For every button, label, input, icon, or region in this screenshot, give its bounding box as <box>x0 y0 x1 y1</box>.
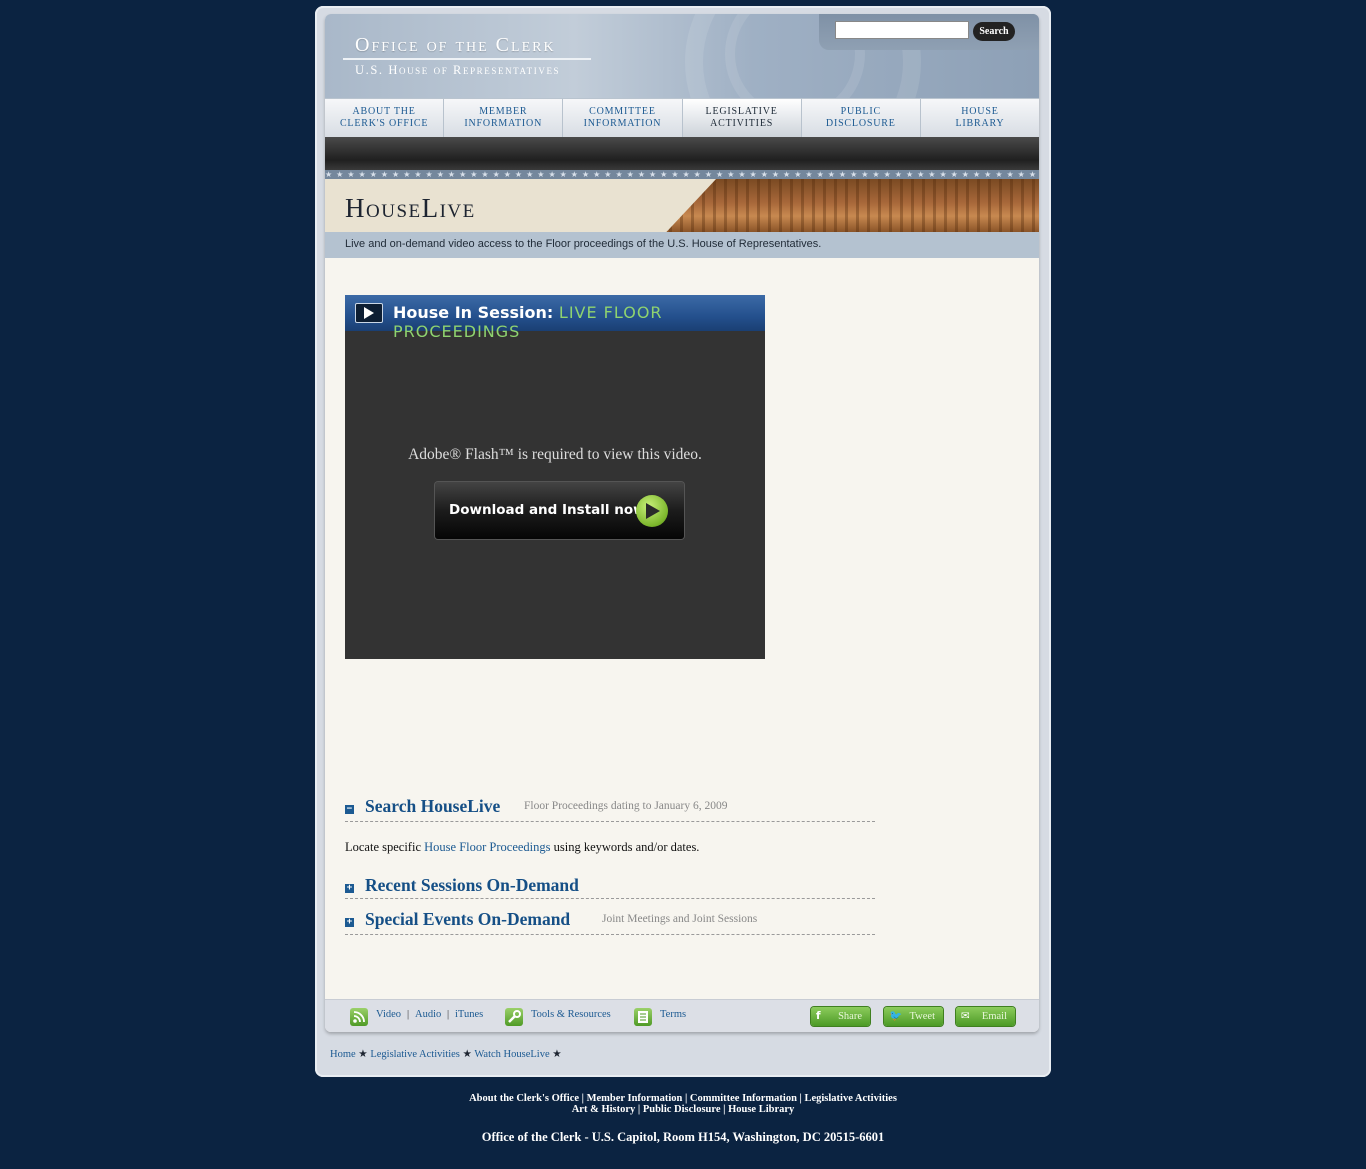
nav-public-disclosure[interactable]: Public Disclosure <box>802 99 921 137</box>
player-title: House In Session: LIVE FLOOR PROCEEDINGS <box>393 303 765 341</box>
nav-label-line1: Legislative <box>705 106 778 117</box>
expand-icon[interactable]: + <box>345 918 354 927</box>
logo-divider <box>343 58 591 60</box>
download-flash-button[interactable]: Download and Install now <box>435 482 684 539</box>
main-nav: About the Clerk's Office Member Informatio… <box>325 98 1039 138</box>
search-houselive-note: Floor Proceedings dating to January 6, 2… <box>524 800 728 812</box>
email-share-button[interactable]: ✉ Email <box>956 1007 1015 1026</box>
floor-proceedings-link[interactable]: House Floor Proceedings <box>424 840 550 854</box>
content-panel: Office of the Clerk U.S. House of Repres… <box>325 14 1039 1032</box>
search-houselive-title[interactable]: Search HouseLive <box>365 796 500 817</box>
star-strip: ★ ★ ★ ★ ★ ★ ★ ★ ★ ★ ★ ★ ★ ★ ★ ★ ★ ★ ★ ★ … <box>325 170 1039 179</box>
nav-label-line1: Member <box>479 106 528 117</box>
nav-label-line2: Activities <box>710 118 774 129</box>
nav-label-line2: Information <box>583 118 662 129</box>
terms-link[interactable]: Terms <box>660 1009 686 1020</box>
body-text-suffix: using keywords and/or dates. <box>553 840 700 854</box>
player-title-text: House In Session: <box>393 303 554 322</box>
breadcrumb-current[interactable]: Watch HouseLive <box>474 1049 549 1060</box>
page-title: HouseLive <box>345 193 476 223</box>
recent-sessions-title[interactable]: Recent Sessions On-Demand <box>365 875 579 896</box>
twitter-tweet-button[interactable]: 🐦 Tweet <box>884 1007 943 1026</box>
nav-label-line1: Public <box>840 106 881 117</box>
page-description: Live and on-demand video access to the F… <box>345 238 822 250</box>
audio-link[interactable]: Audio <box>415 1009 441 1020</box>
nav-about-clerk[interactable]: About the Clerk's Office <box>325 99 445 137</box>
search-area: Search <box>819 14 1039 50</box>
download-flash-label: Download and Install now <box>449 502 646 518</box>
page-description-bar: Live and on-demand video access to the F… <box>325 232 1039 258</box>
video-link[interactable]: Video <box>376 1009 401 1020</box>
facebook-share-button[interactable]: f Share <box>811 1007 870 1026</box>
player-header: House In Session: LIVE FLOOR PROCEEDINGS <box>345 295 765 341</box>
subnav-bar <box>325 137 1039 170</box>
footer-links-line1[interactable]: About the Clerk's Office | Member Inform… <box>0 1093 1366 1104</box>
nav-house-library[interactable]: House Library <box>921 99 1039 137</box>
search-houselive-body: Locate specific House Floor Proceedings … <box>345 840 699 855</box>
site-header: Office of the Clerk U.S. House of Repres… <box>325 14 1039 98</box>
breadcrumb: Home ★ Legislative Activities ★ Watch Ho… <box>330 1048 562 1060</box>
collapse-icon[interactable]: − <box>345 805 354 814</box>
nav-label-line1: Committee <box>589 106 656 117</box>
nav-label-line2: Library <box>955 118 1005 129</box>
facebook-icon: f <box>816 1010 821 1022</box>
page-banner: HouseLive <box>325 179 1039 232</box>
body-text-prefix: Locate specific <box>345 840 421 854</box>
wrench-icon[interactable] <box>505 1008 523 1026</box>
breadcrumb-separator: ★ <box>358 1049 368 1060</box>
breadcrumb-separator: ★ <box>552 1049 562 1060</box>
itunes-link[interactable]: iTunes <box>455 1009 483 1020</box>
document-icon[interactable] <box>634 1008 652 1026</box>
video-player[interactable]: House In Session: LIVE FLOOR PROCEEDINGS… <box>345 295 765 659</box>
expand-icon[interactable]: + <box>345 884 354 893</box>
site-logo-title[interactable]: Office of the Clerk <box>355 34 556 57</box>
footer-address: Office of the Clerk - U.S. Capitol, Room… <box>481 1130 885 1144</box>
nav-member-information[interactable]: Member Information <box>444 99 564 137</box>
footer-links-line2[interactable]: Art & History | Public Disclosure | Hous… <box>0 1104 1366 1115</box>
search-houselive-section[interactable]: − Search HouseLive Floor Proceedings dat… <box>345 796 875 822</box>
separator: | <box>447 1009 450 1020</box>
share-label: Share <box>838 1011 862 1022</box>
email-label: Email <box>981 1011 1007 1022</box>
nav-label-line2: Disclosure <box>825 118 896 129</box>
video-play-icon <box>355 303 383 323</box>
twitter-bird-icon: 🐦 <box>889 1010 903 1022</box>
flash-required-message: Adobe® Flash™ is required to view this v… <box>408 446 702 463</box>
search-button[interactable]: Search <box>973 22 1015 41</box>
special-events-note: Joint Meetings and Joint Sessions <box>602 913 758 925</box>
special-events-section[interactable]: + Special Events On-Demand Joint Meeting… <box>345 909 875 935</box>
page-frame: Office of the Clerk U.S. House of Repres… <box>315 6 1051 1077</box>
play-arrow-icon <box>636 495 668 527</box>
nav-label-line2: Clerk's Office <box>339 118 429 129</box>
footer-links[interactable]: About the Clerk's Office | Member Inform… <box>0 1093 1366 1115</box>
breadcrumb-legislative-activities[interactable]: Legislative Activities <box>370 1049 460 1060</box>
rss-icon[interactable] <box>350 1008 368 1026</box>
tools-resources-link[interactable]: Tools & Resources <box>531 1009 611 1020</box>
recent-sessions-section[interactable]: + Recent Sessions On-Demand <box>345 875 875 899</box>
nav-label-line1: About the <box>352 106 416 117</box>
separator: | <box>407 1009 410 1020</box>
nav-label-line1: House <box>961 106 999 117</box>
media-toolbar: Video | Audio | iTunes Tools & Resources… <box>325 999 1039 1032</box>
site-logo-subtitle[interactable]: U.S. House of Representatives <box>355 63 560 78</box>
nav-committee-information[interactable]: Committee Information <box>563 99 683 137</box>
nav-label-line2: Information <box>464 118 543 129</box>
breadcrumb-separator: ★ <box>462 1049 472 1060</box>
search-input[interactable] <box>835 21 969 39</box>
breadcrumb-home[interactable]: Home <box>330 1049 356 1060</box>
envelope-icon: ✉ <box>961 1010 970 1022</box>
tweet-label: Tweet <box>909 1011 935 1022</box>
nav-legislative-activities[interactable]: Legislative Activities <box>682 99 802 137</box>
special-events-title[interactable]: Special Events On-Demand <box>365 909 570 930</box>
